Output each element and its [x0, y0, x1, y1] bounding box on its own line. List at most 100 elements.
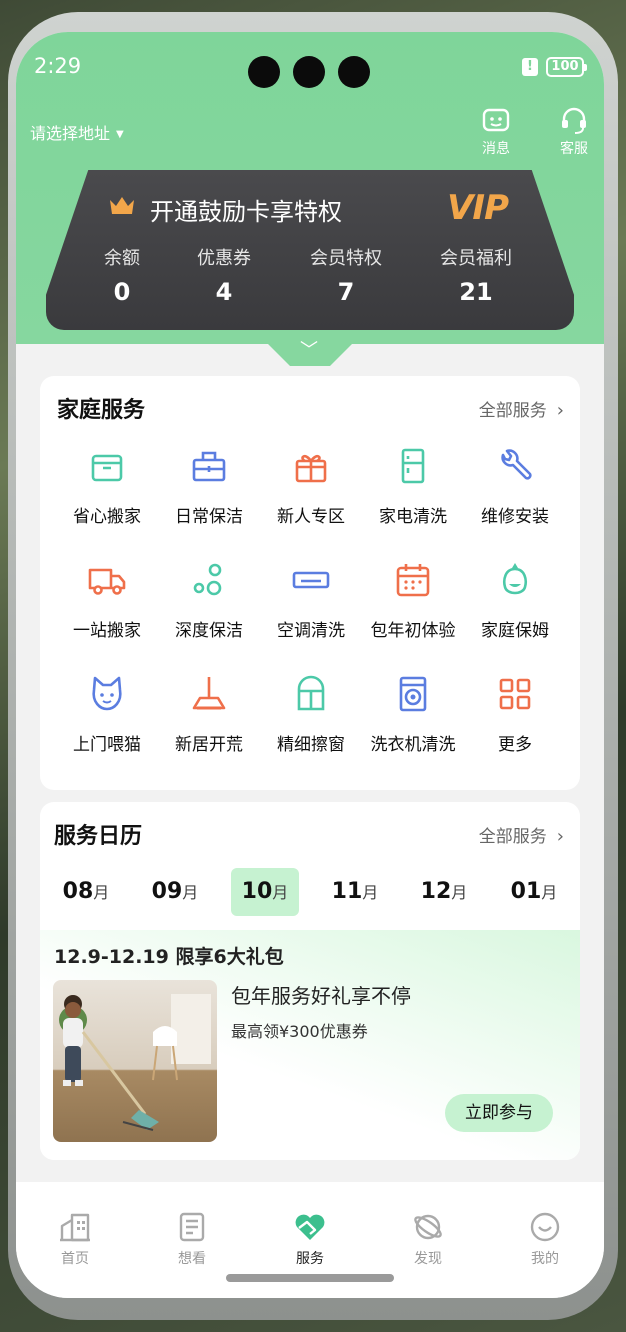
broom-icon: [192, 677, 226, 710]
month-unit: 月: [272, 883, 289, 902]
home-services-more-link[interactable]: 全部服务 ›: [479, 396, 564, 421]
service-repair-install[interactable]: 维修安装: [464, 446, 566, 527]
service-appliance-cleaning[interactable]: 家电清洗: [362, 446, 464, 527]
vip-stat-label: 余额: [104, 248, 140, 269]
service-more[interactable]: 更多: [464, 674, 566, 755]
tab-home[interactable]: 首页: [35, 1212, 115, 1268]
tab-services[interactable]: 服务: [270, 1212, 350, 1268]
service-nanny[interactable]: 家庭保姆: [464, 560, 566, 641]
service-ac-cleaning[interactable]: 空调清洗: [260, 560, 362, 641]
service-window-cleaning[interactable]: 精细擦窗: [260, 674, 362, 755]
vip-stat-balance[interactable]: 余额 0: [67, 244, 177, 306]
service-label: 家电清洗: [379, 507, 447, 527]
service-deep-cleaning[interactable]: 深度保洁: [158, 560, 260, 641]
service-cat-feeding[interactable]: 上门喂猫: [56, 674, 158, 755]
vip-stat-label: 会员特权: [310, 248, 382, 269]
calendar-more-link[interactable]: 全部服务 ›: [479, 822, 564, 847]
vip-stat-label: 会员福利: [440, 248, 512, 269]
promo-headline: 包年服务好礼享不停: [231, 984, 411, 1008]
service-label: 一站搬家: [73, 621, 141, 641]
battery-alert-icon: !: [522, 58, 538, 76]
service-move-worry-free[interactable]: 省心搬家: [56, 446, 158, 527]
promo-title: 12.9-12.19 限享6大礼包: [54, 946, 284, 968]
service-label: 日常保洁: [175, 507, 243, 527]
service-new-home-cleaning[interactable]: 新居开荒: [158, 674, 260, 755]
month-tab[interactable]: 12月: [410, 868, 478, 916]
box-icon: [91, 454, 123, 482]
app-screen: 2:29 ! 100 请选择地址 ▼ 消息 客服 开通鼓励卡享特权 VIP 余额 …: [16, 32, 604, 1298]
month-number: 08: [62, 879, 94, 904]
camera-icon: [248, 56, 280, 88]
month-tab-selected[interactable]: 10月: [231, 868, 299, 916]
home-services-title: 家庭服务: [57, 398, 146, 423]
service-daily-cleaning[interactable]: 日常保洁: [158, 446, 260, 527]
cat-icon: [92, 676, 122, 711]
service-label: 更多: [498, 735, 532, 755]
smile-icon: [530, 1212, 560, 1242]
tab-label: 服务: [296, 1251, 324, 1267]
address-selector[interactable]: 请选择地址 ▼: [30, 120, 124, 144]
child-sweeping-image: [59, 994, 211, 1131]
service-label: 新人专区: [277, 507, 345, 527]
promo-image: [53, 980, 217, 1142]
nanny-icon: [503, 563, 527, 595]
vip-stat-label: 优惠券: [197, 248, 251, 269]
service-label: 维修安装: [481, 507, 549, 527]
camera-icon: [293, 56, 325, 88]
month-number: 01: [510, 879, 542, 904]
service-one-stop-move[interactable]: 一站搬家: [56, 560, 158, 641]
month-unit: 月: [182, 883, 199, 902]
fridge-icon: [401, 448, 425, 484]
gift-icon: [295, 454, 327, 483]
month-selector: 08月 09月 10月 11月 12月 01月: [40, 868, 580, 916]
month-unit: 月: [93, 883, 110, 902]
service-calendar-card: 服务日历 全部服务 › 08月 09月 10月 11月 12月 01月 12.9-…: [40, 802, 580, 1160]
message-button[interactable]: 消息: [471, 106, 521, 158]
home-indicator[interactable]: [226, 1274, 394, 1282]
more-label: 全部服务: [478, 827, 547, 847]
month-tab[interactable]: 11月: [321, 868, 389, 916]
customer-service-button[interactable]: 客服: [549, 106, 599, 158]
crown-icon: [110, 197, 134, 214]
month-unit: 月: [451, 883, 468, 902]
vip-stat-value: 0: [113, 278, 131, 306]
service-label: 上门喂猫: [73, 735, 141, 755]
service-annual-trial[interactable]: 包年初体验: [362, 560, 464, 641]
service-washer-cleaning[interactable]: 洗衣机清洗: [362, 674, 464, 755]
washing-machine-icon: [399, 676, 427, 712]
vip-stat-benefits[interactable]: 会员福利 21: [421, 244, 531, 306]
vip-logo: VIP: [447, 188, 509, 228]
vip-stat-coupons[interactable]: 优惠券 4: [169, 244, 279, 306]
tab-label: 我的: [531, 1251, 559, 1267]
tab-discover[interactable]: 发现: [388, 1212, 468, 1268]
service-label: 空调清洗: [277, 621, 345, 641]
battery-icon: 100: [546, 57, 587, 77]
tab-label: 想看: [178, 1251, 206, 1267]
expand-tab[interactable]: ﹀: [260, 336, 360, 366]
month-tab[interactable]: 08月: [52, 868, 120, 916]
service-label: 深度保洁: [175, 621, 243, 641]
join-now-button[interactable]: 立即参与: [445, 1094, 553, 1132]
vip-stat-privileges[interactable]: 会员特权 7: [291, 244, 401, 306]
month-tab[interactable]: 01月: [500, 868, 568, 916]
air-conditioner-icon: [292, 571, 330, 589]
month-number: 11: [331, 879, 363, 904]
bubbles-icon: [193, 563, 222, 596]
month-unit: 月: [362, 883, 379, 902]
month-tab[interactable]: 09月: [141, 868, 209, 916]
status-time: 2:29: [34, 54, 82, 78]
service-calendar-title: 服务日历: [54, 824, 143, 849]
month-unit: 月: [541, 883, 558, 902]
month-number: 12: [420, 879, 452, 904]
tab-label: 发现: [414, 1251, 442, 1267]
heart-hands-icon: [295, 1214, 325, 1240]
month-number: 09: [151, 879, 183, 904]
tab-wishlist[interactable]: 想看: [152, 1212, 232, 1268]
service-label: 新居开荒: [175, 735, 243, 755]
vip-stat-value: 21: [459, 278, 493, 306]
planet-icon: [414, 1214, 442, 1240]
home-services-card: 家庭服务 全部服务 › 省心搬家 日常保洁 新人专区 家电清洗 维修安装 一站搬…: [40, 376, 580, 790]
tab-profile[interactable]: 我的: [505, 1212, 585, 1268]
calendar-icon: [396, 564, 430, 597]
service-newcomer-zone[interactable]: 新人专区: [260, 446, 362, 527]
